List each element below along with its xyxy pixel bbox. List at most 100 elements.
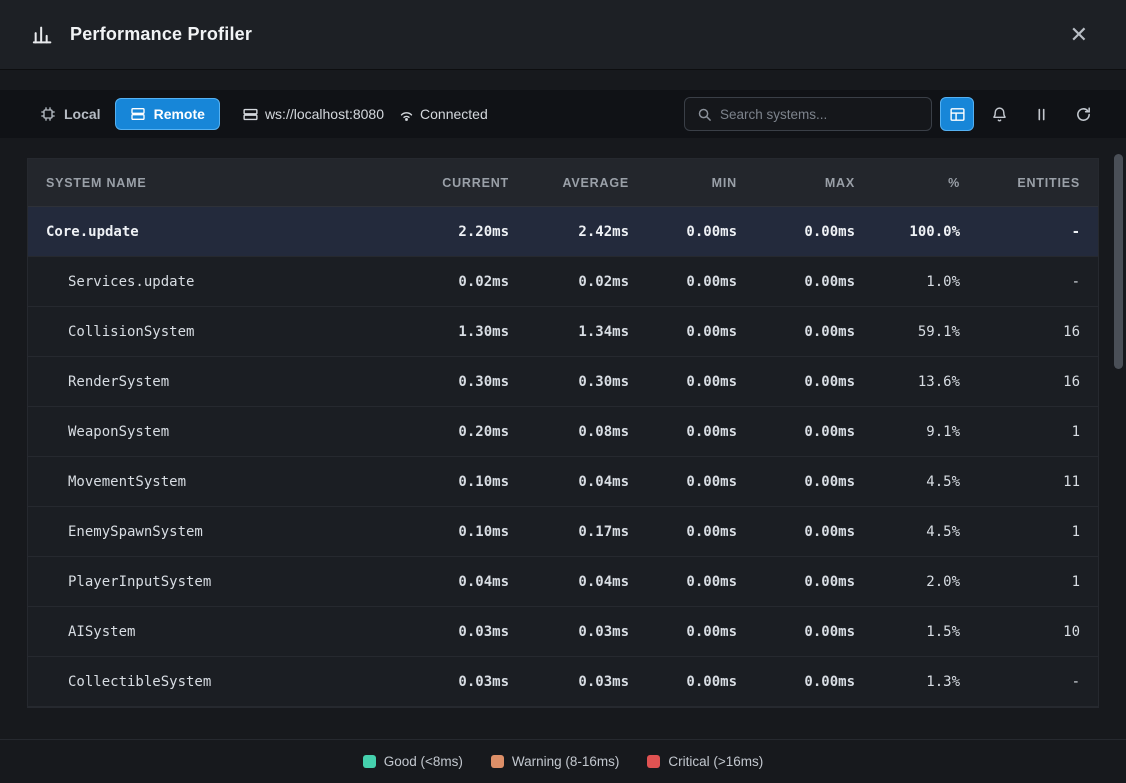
- cell-entities: 1: [978, 574, 1098, 590]
- cell-current: 0.04ms: [409, 574, 527, 590]
- cell-percent: 2.0%: [873, 574, 978, 590]
- legend-item: Warning (8-16ms): [491, 754, 620, 769]
- cell-percent: 1.3%: [873, 674, 978, 690]
- cell-max: 0.00ms: [755, 574, 873, 590]
- scrollbar-track[interactable]: [1114, 150, 1123, 735]
- column-header-current: CURRENT: [409, 176, 527, 190]
- column-header-system-name: SYSTEM NAME: [28, 176, 409, 190]
- cell-min: 0.00ms: [647, 524, 755, 540]
- cell-max: 0.00ms: [755, 324, 873, 340]
- column-header-min: MIN: [647, 176, 755, 190]
- cell-entities: 1: [978, 524, 1098, 540]
- cell-average: 2.42ms: [527, 224, 647, 240]
- legend-item: Good (<8ms): [363, 754, 463, 769]
- remote-mode-label: Remote: [154, 106, 205, 122]
- table-view-button[interactable]: [940, 97, 974, 131]
- page-title: Performance Profiler: [70, 24, 252, 45]
- cell-min: 0.00ms: [647, 324, 755, 340]
- local-mode-label: Local: [64, 106, 101, 122]
- cell-average: 0.17ms: [527, 524, 647, 540]
- cell-average: 0.30ms: [527, 374, 647, 390]
- websocket-url: ws://localhost:8080: [242, 106, 384, 123]
- table-row[interactable]: MovementSystem0.10ms0.04ms0.00ms0.00ms4.…: [28, 457, 1098, 507]
- table-row[interactable]: AISystem0.03ms0.03ms0.00ms0.00ms1.5%10: [28, 607, 1098, 657]
- host-icon: [242, 106, 259, 123]
- cell-current: 0.02ms: [409, 274, 527, 290]
- bell-icon: [991, 106, 1008, 123]
- legend-swatch: [491, 755, 504, 768]
- local-mode-button[interactable]: Local: [26, 99, 115, 129]
- remote-mode-button[interactable]: Remote: [115, 98, 220, 130]
- cell-average: 0.03ms: [527, 674, 647, 690]
- table-header-row: SYSTEM NAME CURRENT AVERAGE MIN MAX % EN…: [28, 159, 1098, 207]
- cell-min: 0.00ms: [647, 274, 755, 290]
- cell-entities: 10: [978, 624, 1098, 640]
- legend-item: Critical (>16ms): [647, 754, 763, 769]
- close-icon[interactable]: ✕: [1064, 20, 1094, 50]
- table-row[interactable]: Core.update2.20ms2.42ms0.00ms0.00ms100.0…: [28, 207, 1098, 257]
- cell-percent: 13.6%: [873, 374, 978, 390]
- refresh-button[interactable]: [1066, 97, 1100, 131]
- cell-max: 0.00ms: [755, 424, 873, 440]
- legend-swatch: [363, 755, 376, 768]
- table-row[interactable]: Services.update0.02ms0.02ms0.00ms0.00ms1…: [28, 257, 1098, 307]
- cell-system-name: RenderSystem: [28, 374, 409, 390]
- alerts-button[interactable]: [982, 97, 1016, 131]
- column-header-entities: ENTITIES: [978, 176, 1098, 190]
- scrollbar-thumb[interactable]: [1114, 154, 1123, 369]
- cell-min: 0.00ms: [647, 224, 755, 240]
- legend-label: Critical (>16ms): [668, 754, 763, 769]
- cell-current: 2.20ms: [409, 224, 527, 240]
- cell-current: 0.10ms: [409, 524, 527, 540]
- cell-current: 0.20ms: [409, 424, 527, 440]
- table-row[interactable]: RenderSystem0.30ms0.30ms0.00ms0.00ms13.6…: [28, 357, 1098, 407]
- wifi-icon: [398, 106, 415, 123]
- search-icon: [697, 107, 712, 122]
- cell-percent: 4.5%: [873, 474, 978, 490]
- cell-percent: 100.0%: [873, 224, 978, 240]
- connection-status: Connected: [398, 106, 488, 123]
- column-header-average: AVERAGE: [527, 176, 647, 190]
- search-box[interactable]: [684, 97, 932, 131]
- table-row[interactable]: CollisionSystem1.30ms1.34ms0.00ms0.00ms5…: [28, 307, 1098, 357]
- cell-min: 0.00ms: [647, 624, 755, 640]
- cell-system-name: WeaponSystem: [28, 424, 409, 440]
- column-header-max: MAX: [755, 176, 873, 190]
- table-body: Core.update2.20ms2.42ms0.00ms0.00ms100.0…: [28, 207, 1098, 707]
- cell-min: 0.00ms: [647, 424, 755, 440]
- cell-system-name: CollectibleSystem: [28, 674, 409, 690]
- cell-average: 1.34ms: [527, 324, 647, 340]
- cell-entities: 16: [978, 324, 1098, 340]
- refresh-icon: [1075, 106, 1092, 123]
- cell-average: 0.02ms: [527, 274, 647, 290]
- table-row[interactable]: PlayerInputSystem0.04ms0.04ms0.00ms0.00m…: [28, 557, 1098, 607]
- cell-average: 0.04ms: [527, 474, 647, 490]
- cell-percent: 4.5%: [873, 524, 978, 540]
- cell-system-name: CollisionSystem: [28, 324, 409, 340]
- cell-percent: 1.5%: [873, 624, 978, 640]
- cell-percent: 59.1%: [873, 324, 978, 340]
- cell-system-name: Core.update: [28, 224, 409, 240]
- table-row[interactable]: EnemySpawnSystem0.10ms0.17ms0.00ms0.00ms…: [28, 507, 1098, 557]
- cell-current: 0.03ms: [409, 674, 527, 690]
- legend-label: Warning (8-16ms): [512, 754, 620, 769]
- cell-max: 0.00ms: [755, 374, 873, 390]
- systems-table: SYSTEM NAME CURRENT AVERAGE MIN MAX % EN…: [27, 158, 1099, 708]
- table-row[interactable]: WeaponSystem0.20ms0.08ms0.00ms0.00ms9.1%…: [28, 407, 1098, 457]
- toolbar: Local Remote ws://localhost:8080: [0, 90, 1126, 138]
- legend-label: Good (<8ms): [384, 754, 463, 769]
- websocket-url-text: ws://localhost:8080: [265, 106, 384, 122]
- table-row[interactable]: CollectibleSystem0.03ms0.03ms0.00ms0.00m…: [28, 657, 1098, 707]
- cell-system-name: EnemySpawnSystem: [28, 524, 409, 540]
- search-input[interactable]: [720, 107, 919, 122]
- cell-min: 0.00ms: [647, 474, 755, 490]
- cell-entities: -: [978, 674, 1098, 690]
- pause-button[interactable]: [1024, 97, 1058, 131]
- cell-entities: 16: [978, 374, 1098, 390]
- chip-icon: [40, 106, 56, 122]
- titlebar: Performance Profiler ✕: [0, 0, 1126, 70]
- legend-swatch: [647, 755, 660, 768]
- cell-min: 0.00ms: [647, 374, 755, 390]
- cell-average: 0.04ms: [527, 574, 647, 590]
- cell-entities: -: [978, 224, 1098, 240]
